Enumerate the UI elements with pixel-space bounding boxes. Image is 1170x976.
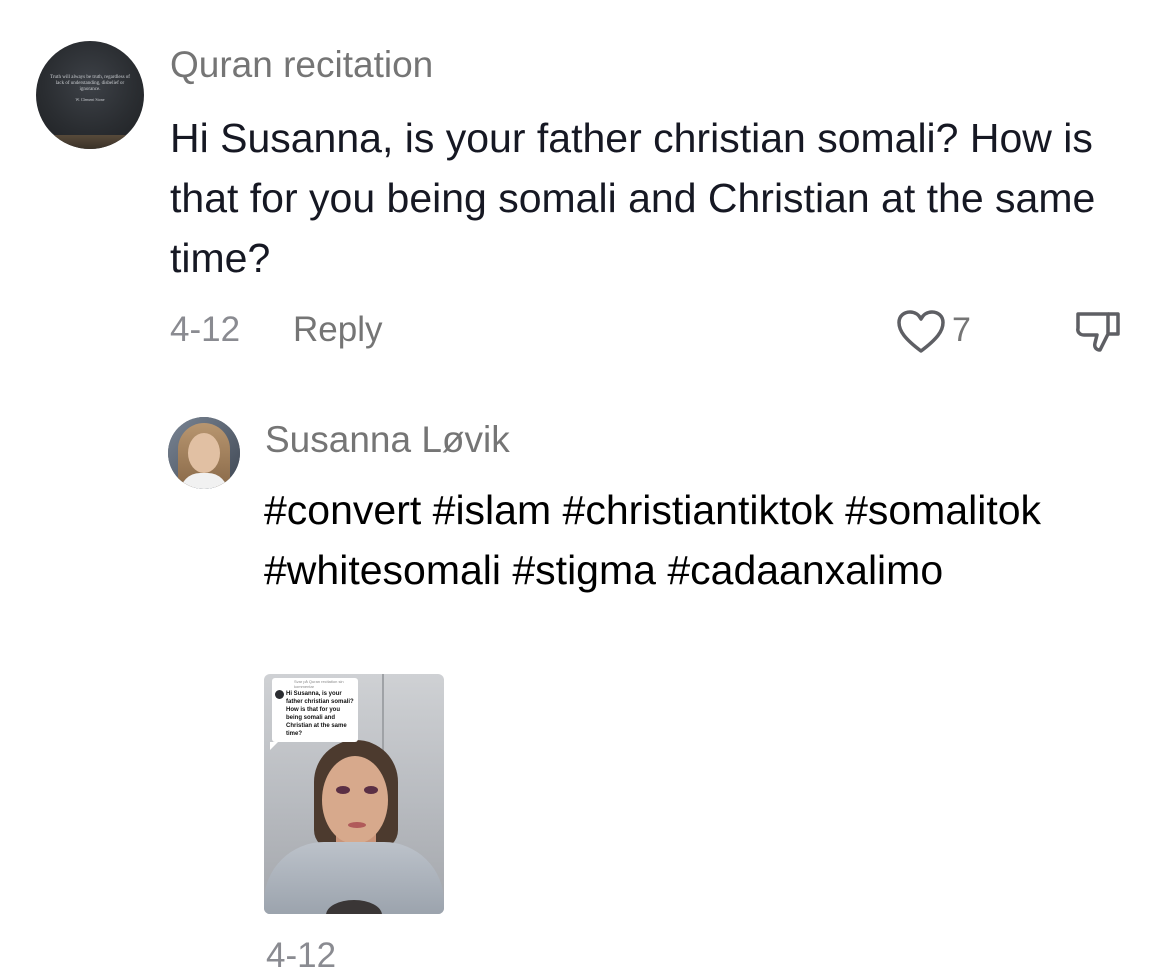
avatar-face [188,433,220,473]
thumbnail-eye-right [364,786,378,794]
commenter-username[interactable]: Quran recitation [170,44,433,86]
like-count: 7 [952,311,971,349]
sticker-header: Svar på Quran recitation sin kommentar [294,679,344,689]
sticker-tail [270,742,278,750]
sticker-text: Hi Susanna, is your father christian som… [286,691,354,737]
avatar-quote: Truth will always be truth, regardless o… [46,75,134,103]
thumbnail-person-face [322,756,388,844]
heart-outline-icon[interactable] [896,309,946,355]
reply-hashtags[interactable]: #convert #islam #christiantiktok #somali… [264,480,1134,600]
thumbs-down-icon[interactable] [1074,306,1122,354]
comment-date: 4-12 [170,310,241,349]
sticker-avatar [275,690,284,699]
comment-sticker: Svar på Quran recitation sin kommentar H… [272,678,358,742]
thumbnail-eye-left [336,786,350,794]
avatar-quote-text: Truth will always be truth, regardless o… [50,75,130,92]
avatar-quote-author: W. Clement Stone [75,97,105,102]
video-thumbnail[interactable]: Svar på Quran recitation sin kommentar H… [264,674,444,914]
comment-text: Hi Susanna, is your father christian som… [170,115,1096,281]
next-comment-date-partial: 4-12 [266,936,337,975]
thumbnail-mouth [348,822,366,828]
replier-avatar[interactable] [168,417,240,489]
replier-username[interactable]: Susanna Løvik [265,419,510,461]
avatar-landscape [36,135,144,149]
commenter-avatar[interactable]: Truth will always be truth, regardless o… [36,41,144,149]
reply-button[interactable]: Reply [293,306,382,354]
